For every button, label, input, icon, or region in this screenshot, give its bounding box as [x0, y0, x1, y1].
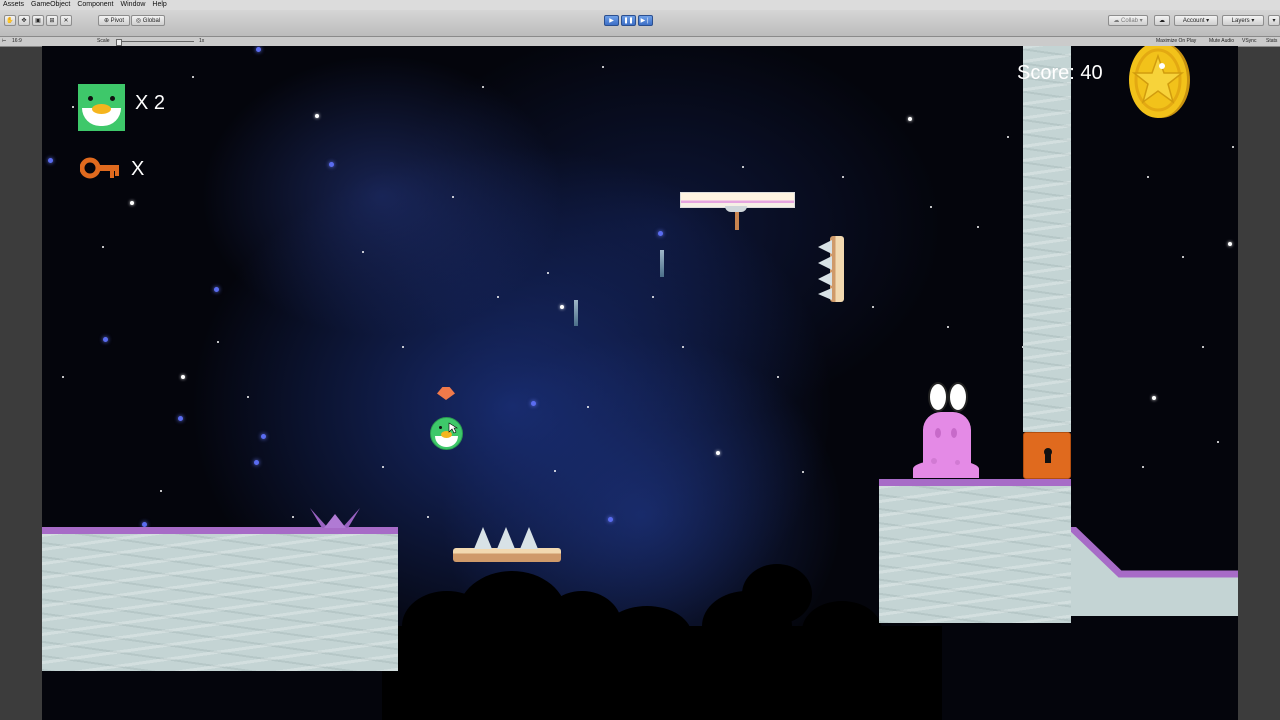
cloud-icon[interactable]: ☁ [1154, 15, 1170, 26]
spikes-icon [474, 527, 538, 549]
scale-slider[interactable] [116, 41, 194, 42]
hand-tool-icon[interactable]: ✋ [4, 15, 16, 26]
menu-assets[interactable]: Assets [0, 0, 28, 10]
mouse-cursor-icon [448, 422, 458, 434]
pause-button[interactable]: ❚❚ [621, 15, 636, 26]
layers-label: Layers [1231, 18, 1250, 24]
ground-platform-left [42, 527, 398, 671]
game-viewport[interactable]: X 2 X Score: 40 [42, 46, 1238, 720]
coin-icon [1129, 46, 1190, 118]
score-label: Score: 40 [1017, 62, 1103, 84]
scale-slider-handle[interactable] [116, 39, 122, 46]
custom-tool-icon[interactable]: ✕ [60, 15, 72, 26]
vsync-toggle[interactable]: VSync [1242, 37, 1256, 46]
scale-value: 1x [199, 38, 205, 44]
lives-icon [78, 84, 125, 131]
layers-dropdown[interactable]: Layers ▾ [1222, 15, 1264, 26]
menu-component[interactable]: Component [74, 0, 117, 10]
mute-audio-toggle[interactable]: Mute Audio [1209, 37, 1234, 46]
crystal-icon [310, 508, 360, 528]
keys-count: X [131, 158, 145, 180]
stats-toggle[interactable]: Stats [1266, 37, 1277, 46]
wall-spikes-icon [818, 240, 832, 300]
ground-platform-right [879, 479, 1071, 623]
shard [660, 250, 664, 277]
player-character [430, 417, 463, 450]
sloped-ground [1071, 527, 1238, 616]
menu-help[interactable]: Help [149, 0, 170, 10]
menu-bar: Assets GameObject Component Window Help [0, 0, 1280, 10]
projectile-gem [437, 387, 455, 400]
shard [574, 300, 578, 326]
move-tool-icon[interactable]: ✥ [18, 15, 30, 26]
lives-count: X 2 [135, 92, 166, 114]
collab-label: Collab [1120, 18, 1138, 24]
stone-pillar [1023, 46, 1071, 432]
global-toggle[interactable]: ◎ Global [131, 15, 165, 26]
options-icon[interactable]: ⊢ [2, 37, 6, 46]
menu-window[interactable]: Window [118, 0, 150, 10]
rect-tool-icon[interactable]: ▣ [32, 15, 44, 26]
global-label: Global [142, 18, 161, 24]
toolbar: ✋ ✥ ▣ ⊞ ✕ ⊕ Pivot ◎ Global ▶ ❚❚ ▶❘ ☁ Col… [0, 10, 1280, 37]
aspect-dropdown[interactable]: 16:9 [12, 37, 22, 46]
key-icon [80, 157, 119, 179]
lock-block [1023, 432, 1071, 479]
spiked-wall [830, 236, 844, 302]
pivot-toggle[interactable]: ⊕ Pivot [98, 15, 130, 26]
pivot-label: Pivot [110, 18, 125, 24]
scale-tool-icon[interactable]: ⊞ [46, 15, 58, 26]
spike-platform [453, 548, 561, 562]
account-dropdown[interactable]: Account ▾ [1174, 15, 1218, 26]
step-button[interactable]: ▶❘ [638, 15, 653, 26]
platform-rope [735, 212, 739, 230]
layout-dropdown[interactable]: ▾ [1268, 15, 1280, 26]
maximize-on-play-toggle[interactable]: Maximize On Play [1156, 37, 1196, 46]
menu-gameobject[interactable]: GameObject [28, 0, 74, 10]
collab-button[interactable]: ☁ Collab ▾ [1108, 15, 1148, 26]
account-label: Account [1182, 18, 1205, 24]
pink-enemy [913, 382, 979, 480]
scale-label: Scale [97, 38, 110, 44]
play-button[interactable]: ▶ [604, 15, 619, 26]
